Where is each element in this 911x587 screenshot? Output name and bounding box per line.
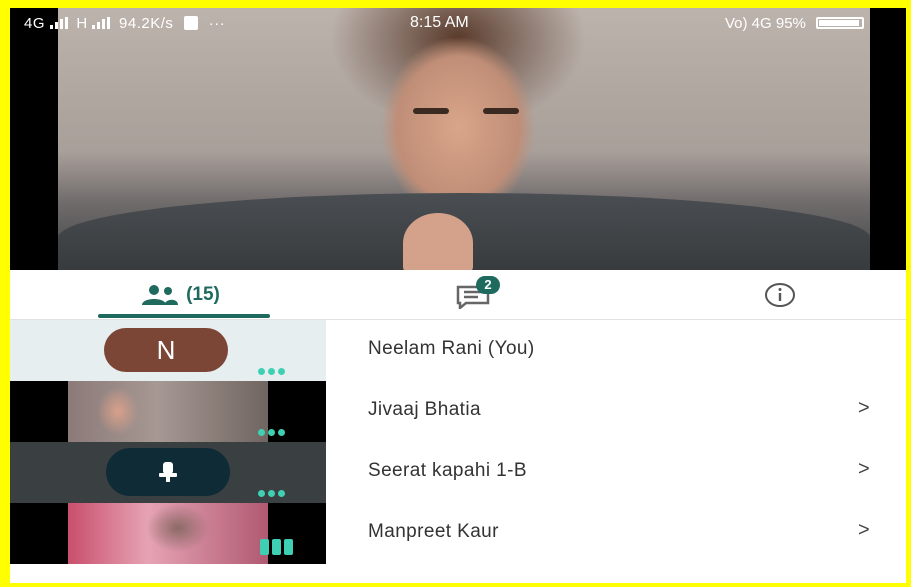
participant-row[interactable]: N Neelam Rani (You) — [10, 320, 906, 381]
signal2-icon — [92, 17, 111, 29]
participant-tile — [10, 381, 326, 442]
participant-row[interactable]: Jivaaj Bhatia > — [10, 381, 906, 442]
audio-indicator — [258, 484, 288, 502]
chevron-right-icon[interactable]: > — [858, 519, 870, 542]
speed-label: 94.2K/s — [119, 15, 174, 32]
participant-count: (15) — [186, 284, 220, 305]
battery-icon — [816, 17, 865, 29]
unread-badge: 2 — [476, 276, 500, 294]
network2-label: H — [76, 15, 88, 32]
signal-icon — [49, 17, 68, 29]
info-icon — [765, 283, 795, 307]
status-right: Vo) 4G 95% — [725, 15, 865, 32]
tab-chat[interactable]: 2 — [410, 270, 540, 320]
participants-panel: (15) 2 N Neelam Rani (You) Jivaaj Bhatia… — [10, 270, 906, 583]
video-figure — [413, 108, 449, 114]
participant-tile — [10, 442, 326, 503]
video-figure — [403, 213, 473, 270]
participant-tile — [10, 503, 326, 564]
more-notifications: ··· — [208, 15, 226, 32]
participant-name: Manpreet Kaur — [368, 521, 499, 542]
audio-indicator — [258, 423, 288, 441]
participant-name: Seerat kapahi 1-B — [368, 460, 527, 481]
participant-name: Jivaaj Bhatia — [368, 399, 481, 420]
tab-bar: (15) 2 — [10, 270, 906, 320]
muted-video-placeholder — [106, 448, 230, 496]
video-thumbnail — [68, 503, 268, 564]
facebook-icon — [184, 16, 199, 30]
speaking-indicator — [260, 539, 296, 560]
video-thumbnail — [68, 381, 268, 442]
status-left: 4G H 94.2K/s ··· — [24, 15, 225, 32]
phone-screen: 4G H 94.2K/s ··· 8:15 AM Vo) 4G 95% (15)… — [10, 8, 906, 583]
people-icon — [142, 285, 179, 305]
status-bar: 4G H 94.2K/s ··· 8:15 AM Vo) 4G 95% — [10, 8, 906, 38]
video-figure — [483, 108, 519, 114]
audio-indicator — [258, 362, 288, 380]
bell-icon — [159, 462, 177, 482]
participant-tile: N — [10, 320, 326, 381]
chevron-right-icon[interactable]: > — [858, 397, 870, 420]
participant-name: Neelam Rani (You) — [368, 338, 535, 359]
network-label: 4G — [24, 15, 46, 32]
tab-info[interactable] — [710, 270, 850, 320]
participant-row[interactable]: Seerat kapahi 1-B > — [10, 442, 906, 503]
participant-row[interactable]: Manpreet Kaur > — [10, 503, 906, 564]
network-battery-label: Vo) 4G 95% — [725, 15, 806, 32]
active-tab-indicator — [98, 314, 270, 318]
clock: 8:15 AM — [410, 14, 469, 31]
avatar: N — [104, 328, 228, 372]
chevron-right-icon[interactable]: > — [858, 458, 870, 481]
tab-people[interactable]: (15) — [50, 270, 310, 320]
main-video-feed[interactable] — [58, 8, 870, 270]
